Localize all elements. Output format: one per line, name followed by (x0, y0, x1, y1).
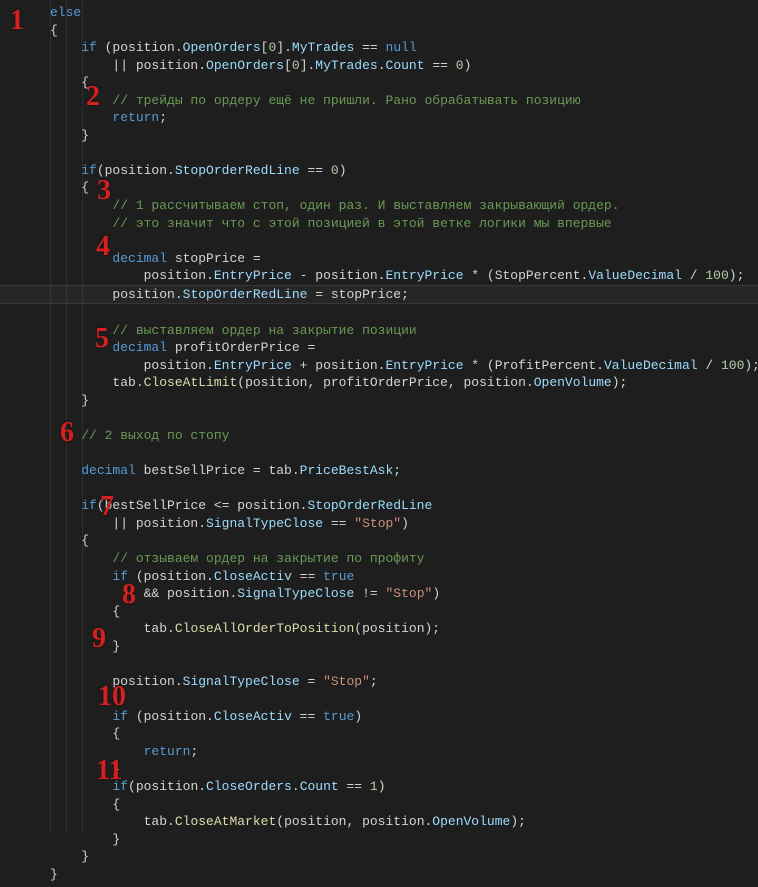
code-line: // 1 рассчитываем стоп, один раз. И выст… (50, 197, 758, 215)
code-line: } (50, 866, 758, 884)
code-line: { (50, 179, 758, 197)
code-line: } (50, 831, 758, 849)
code-line: } (50, 848, 758, 866)
code-line: // 2 выход по стопу (50, 427, 758, 445)
code-line: decimal bestSellPrice = tab.PriceBestAsk… (50, 462, 758, 480)
code-line: return; (50, 743, 758, 761)
code-line: if (position.OpenOrders[0].MyTrades == n… (50, 39, 758, 57)
code-line: } (50, 638, 758, 656)
code-line: tab.CloseAllOrderToPosition(position); (50, 620, 758, 638)
code-line: || position.SignalTypeClose == "Stop") (50, 515, 758, 533)
code-line: tab.CloseAtLimit(position, profitOrderPr… (50, 374, 758, 392)
code-line: position.SignalTypeClose = "Stop"; (50, 673, 758, 691)
code-line: position.EntryPrice + position.EntryPric… (50, 357, 758, 375)
code-line-highlighted: position.StopOrderRedLine = stopPrice; (0, 285, 758, 305)
code-line: || position.OpenOrders[0].MyTrades.Count… (50, 57, 758, 75)
code-line: if (position.CloseActiv == true) (50, 708, 758, 726)
code-line (50, 655, 758, 673)
code-line: decimal stopPrice = (50, 250, 758, 268)
code-line: // это значит что с этой позицией в этой… (50, 215, 758, 233)
code-line: } (50, 127, 758, 145)
code-line: } (50, 761, 758, 779)
code-editor[interactable]: else { if (position.OpenOrders[0].MyTrad… (0, 0, 758, 887)
code-line (50, 410, 758, 428)
code-line: // отзываем ордер на закрытие по профиту (50, 550, 758, 568)
code-line: // трейды по ордеру ещё не пришли. Рано … (50, 92, 758, 110)
code-line (50, 232, 758, 250)
code-line (50, 480, 758, 498)
code-line: else (50, 4, 758, 22)
code-line (50, 304, 758, 322)
code-line: decimal profitOrderPrice = (50, 339, 758, 357)
code-line: { (50, 796, 758, 814)
code-line: { (50, 22, 758, 40)
code-line (50, 445, 758, 463)
code-line: && position.SignalTypeClose != "Stop") (50, 585, 758, 603)
keyword-else: else (50, 5, 81, 20)
code-line (50, 144, 758, 162)
code-line (50, 690, 758, 708)
code-line: return; (50, 109, 758, 127)
code-line: if(position.StopOrderRedLine == 0) (50, 162, 758, 180)
code-line: { (50, 532, 758, 550)
code-line: { (50, 603, 758, 621)
code-line: position.EntryPrice - position.EntryPric… (50, 267, 758, 285)
code-line: { (50, 725, 758, 743)
code-line: if(position.CloseOrders.Count == 1) (50, 778, 758, 796)
code-line: } (50, 392, 758, 410)
code-line: tab.CloseAtMarket(position, position.Ope… (50, 813, 758, 831)
code-line: if (position.CloseActiv == true (50, 568, 758, 586)
code-line: // выставляем ордер на закрытие позиции (50, 322, 758, 340)
code-line: if(bestSellPrice <= position.StopOrderRe… (50, 497, 758, 515)
code-line: { (50, 74, 758, 92)
